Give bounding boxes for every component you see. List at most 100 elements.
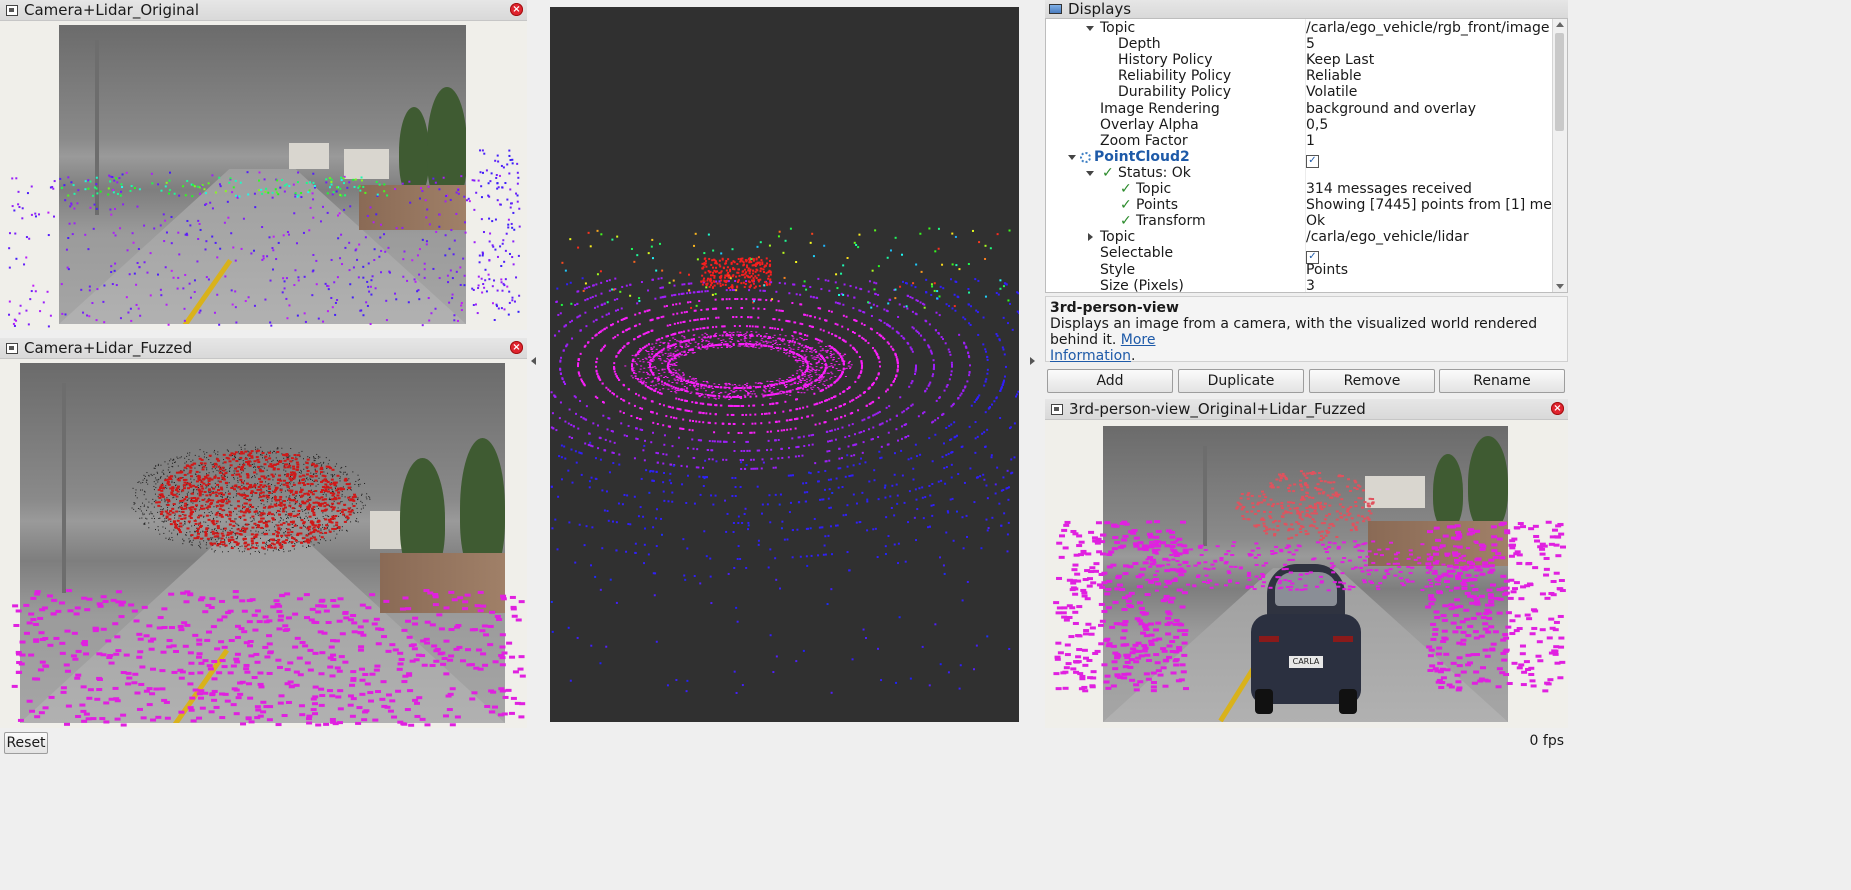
lidar-point [303, 524, 305, 526]
lidar-point [596, 396, 599, 399]
lidar-point [155, 465, 157, 467]
lidar-point [246, 474, 250, 477]
lidar-point [278, 694, 285, 698]
lidar-point [68, 222, 71, 225]
lidar-point [178, 510, 180, 512]
lidar-point [319, 491, 323, 494]
camera-view[interactable] [0, 21, 527, 330]
lidar-point [259, 492, 263, 495]
lidar-point [42, 301, 45, 304]
lidar-point [510, 202, 513, 205]
lidar-point [238, 444, 240, 446]
lidar-point [186, 494, 188, 496]
lidar-point [293, 548, 295, 550]
lidar-point [329, 497, 331, 499]
lidar-point [732, 422, 735, 425]
lidar-point [381, 704, 388, 708]
lidar-point [338, 212, 341, 215]
lidar-point [359, 189, 362, 192]
close-icon[interactable]: × [510, 341, 523, 354]
lidar-point [188, 471, 192, 474]
lidar-point [245, 527, 249, 530]
lidar-point [633, 404, 636, 407]
lidar-point [129, 307, 132, 310]
lidar-point [661, 337, 664, 340]
panel-titlebar[interactable]: Camera+Lidar_Original × [0, 0, 527, 21]
lidar-point [464, 231, 467, 234]
lidar-point [751, 298, 754, 301]
lidar-point [269, 450, 271, 452]
lidar-point [180, 505, 182, 507]
lidar-point [518, 655, 525, 659]
lidar-point [67, 176, 70, 179]
lidar-point [164, 716, 171, 720]
lidar-point [250, 540, 254, 543]
lidar-point [298, 471, 300, 473]
lidar-point [300, 517, 302, 519]
lidar-point [304, 480, 306, 482]
lidar-point [441, 657, 448, 661]
lidar-point [683, 330, 686, 333]
lidar-point [200, 485, 204, 488]
lidar-point [478, 261, 481, 264]
lidar-point [500, 164, 503, 167]
splitter-handle-right[interactable] [1030, 357, 1035, 365]
lidar-point [308, 502, 310, 504]
lidar-point [471, 691, 478, 695]
lidar-point [275, 524, 277, 526]
lidar-point [30, 618, 37, 622]
lidar-point [491, 244, 494, 247]
lidar-point [501, 186, 504, 189]
camera-view[interactable] [0, 359, 527, 728]
lidar-point [167, 469, 169, 471]
splitter-handle-left[interactable] [531, 357, 536, 365]
lidar-point [247, 696, 254, 700]
lidar-point [335, 190, 338, 193]
lidar-point [213, 529, 215, 531]
lidar-point [288, 481, 290, 483]
lidar-point [303, 468, 305, 470]
panel-titlebar[interactable]: Camera+Lidar_Fuzzed × [0, 338, 527, 359]
lidar-point [282, 507, 286, 510]
lidar-point [460, 309, 463, 312]
lidar-point [487, 182, 490, 185]
lidar-point [312, 253, 315, 256]
lidar-point [212, 471, 214, 473]
lidar-point [336, 619, 343, 623]
lidar-point [267, 520, 271, 523]
lidar-point [253, 522, 257, 525]
lidar-point [162, 213, 165, 216]
close-icon[interactable]: × [510, 3, 523, 16]
lidar-point [500, 597, 507, 601]
lidar-point [475, 191, 478, 194]
lidar-point [120, 183, 123, 186]
lidar-point [656, 391, 659, 394]
lidar-point [203, 540, 205, 542]
lidar-point [63, 722, 70, 726]
lidar-point [227, 495, 229, 497]
lidar-point [362, 619, 369, 623]
lidar-point [235, 522, 237, 524]
lidar-point [333, 530, 335, 532]
lidar-point [516, 162, 519, 165]
lidar-point [387, 246, 390, 249]
lidar-point [234, 546, 236, 548]
3d-render-view[interactable] [550, 7, 1019, 722]
lidar-point [511, 299, 514, 302]
lidar-point [177, 465, 179, 467]
lidar-point [248, 499, 252, 502]
lidar-point [381, 635, 388, 639]
lidar-point [286, 521, 288, 523]
lidar-point [177, 533, 179, 535]
lidar-point [688, 428, 691, 431]
lidar-point [607, 388, 610, 391]
lidar-point [192, 539, 194, 541]
lidar-point [142, 514, 144, 516]
lidar-point [113, 179, 116, 182]
lidar-point [268, 511, 272, 514]
lidar-point [155, 479, 157, 481]
lidar-point [370, 279, 373, 282]
lidar-point [53, 636, 60, 640]
lidar-point [480, 196, 483, 199]
lidar-point [503, 308, 506, 311]
